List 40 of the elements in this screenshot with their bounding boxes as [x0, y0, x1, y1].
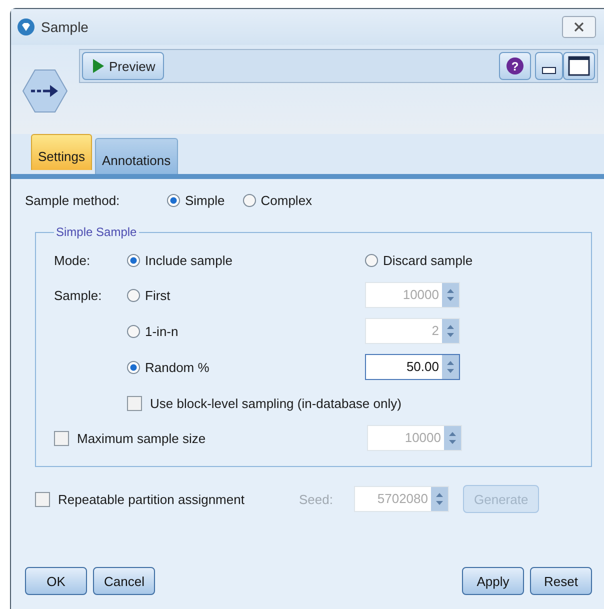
- field-label: Mode:: [54, 252, 92, 268]
- checkbox-label: Maximum sample size: [77, 430, 207, 446]
- radio-button[interactable]: [167, 194, 180, 206]
- field-label: Sample:: [54, 288, 103, 302]
- maximize-icon: [568, 56, 590, 76]
- field-label: Seed:: [299, 492, 334, 506]
- minimize-button[interactable]: [535, 52, 563, 80]
- maximize-button[interactable]: [563, 52, 595, 80]
- dialog-button[interactable]: Apply: [462, 567, 524, 595]
- help-button[interactable]: ?: [499, 52, 531, 80]
- close-button[interactable]: [562, 16, 596, 38]
- window-title: Sample: [41, 19, 90, 35]
- checkbox-label: Use block-level sampling (in-database only): [150, 396, 402, 410]
- radio-label: Simple: [185, 192, 225, 208]
- tab[interactable]: Annotations: [94, 138, 178, 174]
- radio-label: Complex: [260, 192, 312, 208]
- play-icon: [91, 58, 105, 74]
- radio-label: Include sample: [145, 252, 232, 268]
- radio-label: First: [145, 288, 170, 302]
- minimize-icon: [542, 66, 556, 74]
- dialog-button[interactable]: Cancel: [93, 567, 156, 595]
- spin-field[interactable]: 50.00: [365, 354, 460, 380]
- dialog-button[interactable]: Reset: [530, 567, 592, 595]
- radio-label: Discard sample: [383, 252, 473, 268]
- help-icon: ?: [506, 57, 524, 75]
- radio-button[interactable]: [127, 254, 140, 266]
- field-label: Sample method:: [25, 192, 121, 208]
- radio-button[interactable]: [242, 194, 256, 206]
- dialog-button[interactable]: OK: [25, 567, 87, 595]
- preview-button[interactable]: Preview: [82, 52, 164, 80]
- radio-label: 1-in-n: [145, 324, 178, 338]
- tab[interactable]: Settings: [31, 134, 92, 170]
- close-icon: [574, 22, 584, 32]
- radio-button[interactable]: [127, 360, 140, 374]
- group-title: Simple Sample: [55, 225, 138, 239]
- checkbox-label: Repeatable partition assignment: [58, 492, 246, 506]
- checkbox[interactable]: [127, 396, 142, 410]
- radio-label: Random %: [145, 360, 210, 374]
- node-arrow-icon: [21, 67, 69, 115]
- radio-button[interactable]: [365, 254, 378, 266]
